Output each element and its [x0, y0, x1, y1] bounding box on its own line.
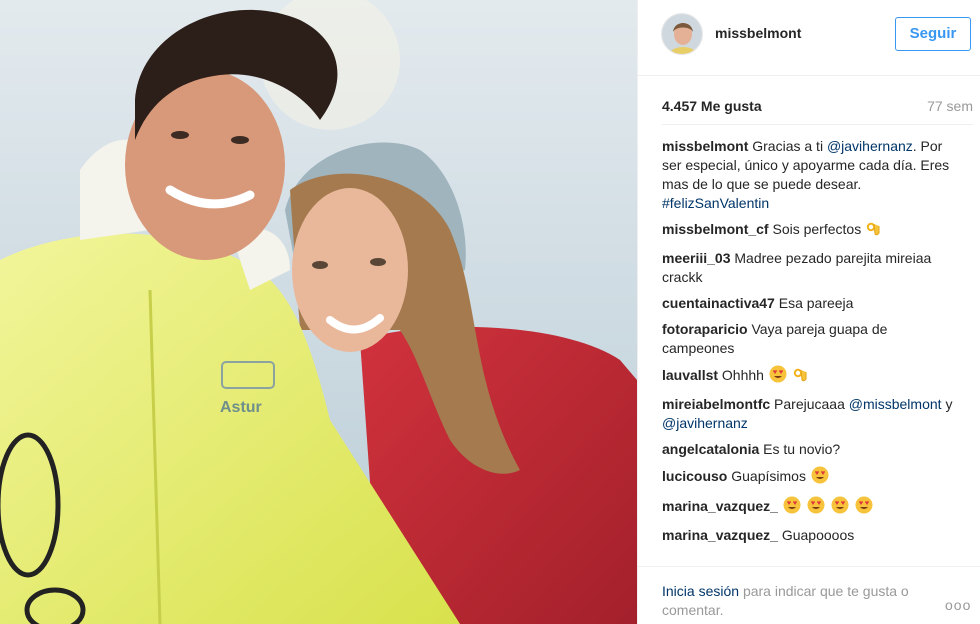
divider: [662, 124, 973, 125]
comments-list: missbelmont Gracias a ti @javihernanz. P…: [662, 137, 962, 552]
comment-item: cuentainactiva47 Esa pareeja: [662, 294, 962, 313]
comment-text: Guapoooos: [781, 527, 855, 543]
comment-username[interactable]: fotoraparicio: [662, 321, 748, 337]
hashtag-link[interactable]: #felizSanValentin: [662, 195, 769, 211]
comment-item: meeriii_03 Madree pezado parejita mireia…: [662, 249, 962, 287]
comment-username[interactable]: meeriii_03: [662, 250, 731, 266]
comment-username[interactable]: cuentainactiva47: [662, 295, 775, 311]
heart-eyes-emoji-icon: [807, 496, 825, 519]
comment-text: Esa pareeja: [778, 295, 854, 311]
avatar[interactable]: [661, 13, 703, 55]
ok-hand-emoji-icon: [866, 221, 882, 242]
mention-link[interactable]: @javihernanz: [827, 138, 913, 154]
post-side-panel: missbelmont Seguir 4.457 Me gusta 77 sem…: [637, 0, 980, 624]
jacket-logo-text: Astur: [220, 399, 262, 416]
comment-item: angelcatalonia Es tu novio?: [662, 440, 962, 459]
likes-count[interactable]: 4.457 Me gusta: [662, 98, 762, 114]
heart-eyes-emoji-icon: [855, 496, 873, 519]
comment-username[interactable]: mireiabelmontfc: [662, 396, 770, 412]
comment-item: lucicouso Guapísimos: [662, 466, 962, 489]
comment-username[interactable]: marina_vazquez_: [662, 498, 778, 514]
comment-item: fotoraparicio Vaya pareja guapa de campe…: [662, 320, 962, 358]
login-link[interactable]: Inicia sesión: [662, 583, 739, 599]
comment-text: Parejucaaa: [774, 396, 845, 412]
photo-illustration: Astur: [0, 0, 637, 624]
comment-username[interactable]: missbelmont: [662, 138, 748, 154]
comment-item: lauvallst Ohhhh: [662, 365, 962, 388]
post-header: missbelmont Seguir: [638, 0, 980, 76]
login-prompt: Inicia sesión para indicar que te gusta …: [662, 582, 932, 620]
comment-username[interactable]: lauvallst: [662, 367, 718, 383]
comment-item: marina_vazquez_ Guapoooos: [662, 526, 962, 545]
follow-button[interactable]: Seguir: [895, 17, 971, 51]
comment-item: missbelmont_cf Sois perfectos: [662, 220, 962, 242]
comment-text: Ohhhh: [721, 367, 764, 383]
post-photo[interactable]: Astur: [0, 0, 637, 624]
comment-text: Gracias a ti: [752, 138, 824, 154]
login-footer: Inicia sesión para indicar que te gusta …: [638, 566, 980, 624]
comment-username[interactable]: angelcatalonia: [662, 441, 759, 457]
comment-text: Es tu novio?: [763, 441, 841, 457]
post-timestamp[interactable]: 77 sem: [927, 98, 973, 114]
heart-eyes-emoji-icon: [769, 365, 787, 388]
comment-username[interactable]: lucicouso: [662, 468, 727, 484]
more-options-icon[interactable]: ooo: [945, 597, 971, 613]
heart-eyes-emoji-icon: [831, 496, 849, 519]
avatar-image: [662, 14, 702, 54]
post-window: Astur missbelmont Seguir 4.457 Me gusta: [0, 0, 980, 624]
comment-username[interactable]: missbelmont_cf: [662, 221, 769, 237]
mention-link[interactable]: @javihernanz: [662, 415, 748, 431]
comment-text: Guapísimos: [731, 468, 806, 484]
mention-link[interactable]: @missbelmont: [849, 396, 942, 412]
ok-hand-emoji-icon: [793, 367, 809, 388]
caption: missbelmont Gracias a ti @javihernanz. P…: [662, 137, 962, 213]
post-author-username[interactable]: missbelmont: [715, 25, 801, 41]
heart-eyes-emoji-icon: [811, 466, 829, 489]
comment-item: mireiabelmontfc Parejucaaa @missbelmont …: [662, 395, 962, 433]
comment-item: marina_vazquez_: [662, 496, 962, 519]
comment-username[interactable]: marina_vazquez_: [662, 527, 778, 543]
heart-eyes-emoji-icon: [783, 496, 801, 519]
post-stats: 4.457 Me gusta 77 sem: [662, 98, 973, 118]
comment-text: Sois perfectos: [772, 221, 862, 237]
comment-text: y: [945, 396, 953, 412]
